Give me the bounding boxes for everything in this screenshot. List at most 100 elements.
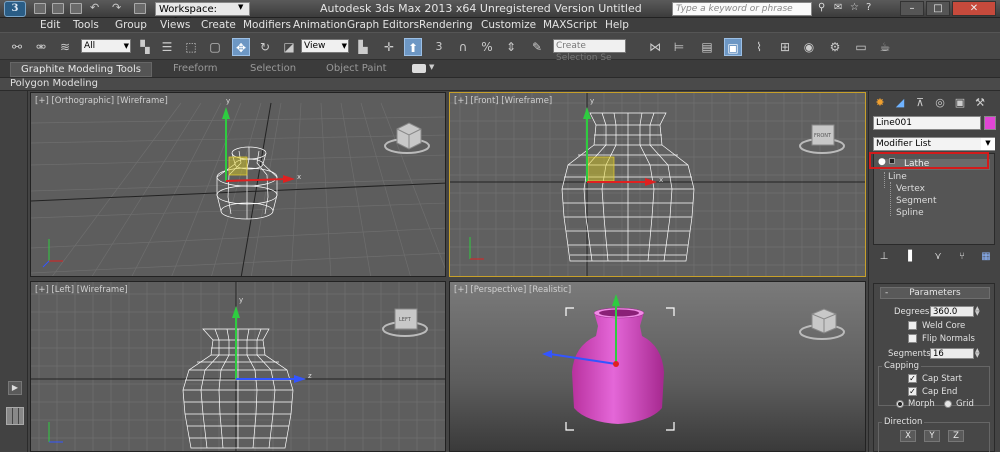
play-icon[interactable]: ▶	[8, 381, 22, 395]
viewport-label-perspective[interactable]: [+] [Perspective] [Realistic]	[454, 285, 571, 295]
align-icon[interactable]: ⊨	[670, 38, 688, 56]
menu-animation[interactable]: Animation	[293, 19, 347, 31]
modifier-list-dropdown[interactable]: Modifier List	[873, 137, 995, 151]
select-and-link-icon[interactable]: ⚯	[8, 38, 26, 56]
viewport-top[interactable]: y x [+] [Orthographic] [Wireframe]	[30, 92, 446, 277]
spinner-arrows-icon[interactable]: ▲ ▼	[975, 306, 983, 317]
select-and-move-icon[interactable]: ✥	[232, 38, 250, 56]
snaps-toggle-icon[interactable]: 3	[430, 38, 448, 56]
app-logo-button[interactable]: 3	[4, 1, 26, 17]
material-editor-icon[interactable]: ◉	[800, 38, 818, 56]
viewport-left[interactable]: y z LEFT [+] [Left] [Wireframe]	[30, 281, 446, 452]
stack-item-spline[interactable]: Spline	[896, 208, 924, 218]
utilities-tab-icon[interactable]: ⚒	[973, 96, 987, 110]
rendered-frame-icon[interactable]: ▭	[852, 38, 870, 56]
rectangular-selection-icon[interactable]: ⬚	[182, 38, 200, 56]
unlink-icon[interactable]: ⚮	[32, 38, 50, 56]
viewport-layout-icon[interactable]	[6, 407, 24, 425]
direction-y-button[interactable]: Y	[924, 430, 940, 442]
new-file-icon[interactable]	[34, 3, 46, 14]
edit-named-selection-icon[interactable]: ✎	[528, 38, 546, 56]
weld-core-checkbox[interactable]	[908, 321, 917, 330]
save-file-icon[interactable]	[70, 3, 82, 14]
menu-customize[interactable]: Customize	[481, 19, 536, 31]
graphite-toggle-icon[interactable]: ▣	[724, 38, 742, 56]
motion-tab-icon[interactable]: ◎	[933, 96, 947, 110]
angle-snap-icon[interactable]: ∩	[454, 38, 472, 56]
ribbon-minimize-button[interactable]	[412, 64, 426, 73]
redo-icon[interactable]: ↷	[112, 1, 124, 14]
select-object-icon[interactable]: ▚	[136, 38, 154, 56]
menu-modifiers[interactable]: Modifiers	[243, 19, 291, 31]
menu-create[interactable]: Create	[201, 19, 236, 31]
schematic-view-icon[interactable]: ⊞	[776, 38, 794, 56]
reference-coordinate-dropdown[interactable]: View ▼	[301, 39, 349, 53]
spinner-arrows-icon[interactable]: ▲ ▼	[975, 348, 983, 359]
cap-end-checkbox[interactable]: ✓	[908, 387, 917, 396]
select-and-scale-icon[interactable]: ◪	[280, 38, 298, 56]
collapse-icon[interactable]: -	[885, 288, 888, 298]
tab-object-paint[interactable]: Object Paint	[326, 63, 387, 74]
bind-space-warp-icon[interactable]: ≋	[56, 38, 74, 56]
make-unique-icon[interactable]: ⋎	[929, 249, 947, 265]
menu-edit[interactable]: Edit	[40, 19, 60, 31]
hold-icon[interactable]	[134, 3, 146, 14]
binoculars-icon[interactable]: ⚲	[818, 2, 825, 13]
stack-item-vertex[interactable]: Vertex	[896, 184, 925, 194]
named-selection-set-dropdown[interactable]: Create Selection Se	[553, 39, 626, 63]
pin-stack-icon[interactable]: ⊥	[875, 249, 893, 265]
remove-modifier-icon[interactable]: ⑂	[953, 249, 971, 265]
search-input[interactable]: Type a keyword or phrase	[672, 2, 812, 16]
display-tab-icon[interactable]: ▣	[953, 96, 967, 110]
morph-radio[interactable]	[896, 400, 904, 408]
menu-help[interactable]: Help	[605, 19, 629, 31]
object-color-swatch[interactable]	[984, 116, 996, 130]
polygon-modeling-label[interactable]: Polygon Modeling	[10, 78, 98, 89]
close-button[interactable]: ✕	[952, 1, 996, 16]
tab-selection[interactable]: Selection	[250, 63, 296, 74]
configure-modifier-sets-icon[interactable]: ▦	[977, 249, 995, 265]
workspace-dropdown[interactable]: Workspace: Default	[155, 2, 250, 28]
keyboard-shortcut-override-icon[interactable]: ⬆	[404, 38, 422, 56]
select-and-rotate-icon[interactable]: ↻	[256, 38, 274, 56]
pivot-center-icon[interactable]: ▙	[354, 38, 372, 56]
viewport-front[interactable]: y x FRONT [+] [Front] [Wireframe]	[449, 92, 866, 277]
modifier-toggle-icon[interactable]	[889, 158, 895, 164]
menu-rendering[interactable]: Rendering	[419, 19, 473, 31]
render-setup-icon[interactable]: ⚙	[826, 38, 844, 56]
select-and-manipulate-icon[interactable]: ✛	[380, 38, 398, 56]
favorites-icon[interactable]: ☆	[850, 2, 859, 13]
menu-group[interactable]: Group	[115, 19, 147, 31]
tab-freeform[interactable]: Freeform	[173, 63, 218, 74]
window-crossing-icon[interactable]: ▢	[206, 38, 224, 56]
flip-normals-checkbox[interactable]	[908, 334, 917, 343]
cap-start-checkbox[interactable]: ✓	[908, 374, 917, 383]
object-name-field[interactable]: Line001	[873, 116, 981, 130]
segments-spinner[interactable]: 16 ▲ ▼	[930, 348, 980, 359]
help-icon[interactable]: ?	[866, 2, 871, 13]
chevron-down-icon[interactable]: ▼	[981, 138, 995, 150]
show-end-result-icon[interactable]: ▌	[903, 249, 921, 265]
menu-tools[interactable]: Tools	[73, 19, 99, 31]
minimize-button[interactable]: –	[900, 1, 924, 16]
stack-item-segment[interactable]: Segment	[896, 196, 937, 206]
viewport-perspective[interactable]: [+] [Perspective] [Realistic]	[449, 281, 866, 452]
chevron-down-icon[interactable]: ▼	[429, 63, 434, 71]
open-file-icon[interactable]	[52, 3, 64, 14]
percent-snap-icon[interactable]: %	[478, 38, 496, 56]
mirror-icon[interactable]: ⋈	[646, 38, 664, 56]
hierarchy-tab-icon[interactable]: ⊼	[913, 96, 927, 110]
direction-x-button[interactable]: X	[900, 430, 916, 442]
viewport-label-front[interactable]: [+] [Front] [Wireframe]	[454, 96, 552, 106]
undo-icon[interactable]: ↶	[90, 1, 102, 14]
modify-tab-icon[interactable]: ◢	[893, 96, 907, 110]
parameters-rollout-title[interactable]: - Parameters	[880, 287, 990, 299]
communication-center-icon[interactable]: ✉	[834, 2, 842, 13]
direction-z-button[interactable]: Z	[948, 430, 964, 442]
stack-item-line[interactable]: Line	[888, 172, 907, 182]
degrees-spinner[interactable]: 360.0 ▲ ▼	[930, 306, 980, 317]
viewport-label-left[interactable]: [+] [Left] [Wireframe]	[35, 285, 128, 295]
menu-graph-editors[interactable]: Graph Editors	[347, 19, 419, 31]
spinner-snap-icon[interactable]: ⇕	[502, 38, 520, 56]
select-by-name-icon[interactable]: ☰	[158, 38, 176, 56]
